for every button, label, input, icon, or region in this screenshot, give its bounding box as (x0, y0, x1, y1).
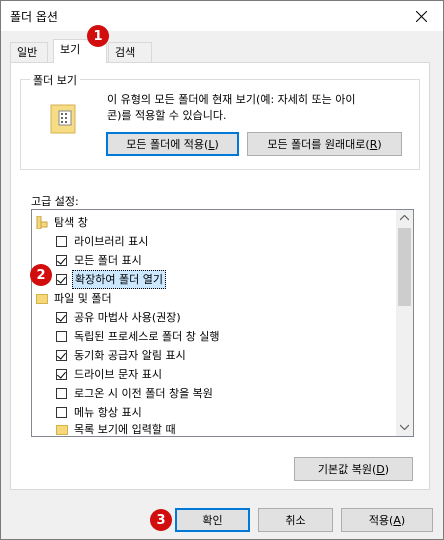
apply-to-folders-label: 모든 폴더에 적용( (126, 138, 209, 151)
close-button[interactable] (399, 1, 443, 31)
scroll-down-icon[interactable] (400, 424, 409, 430)
list-item[interactable]: 동기화 공급자 알림 표시 (32, 346, 392, 365)
reset-folders-suffix: ) (377, 137, 382, 151)
annotation-badge-3: 3 (150, 509, 172, 531)
list-item[interactable]: 라이브러리 표시 (32, 232, 392, 251)
apply-suffix: ) (400, 513, 406, 527)
list-item-label: 드라이브 문자 표시 (74, 368, 162, 381)
list-item-label: 탐색 창 (54, 216, 88, 229)
description-line-2: 콘)를 적용할 수 있습니다. (107, 109, 227, 122)
reset-folders-label: 모든 폴더를 원래대로( (267, 138, 370, 151)
scroll-up-icon[interactable] (400, 215, 409, 221)
checkbox[interactable] (56, 388, 67, 399)
list-item-label: 공유 마법사 사용(권장) (74, 311, 181, 324)
list-item[interactable]: 확장하여 폴더 열기 (32, 270, 392, 289)
navigation-pane-icon (36, 216, 48, 229)
folder-views-title: 폴더 보기 (30, 72, 80, 88)
title-bar: 폴더 옵션 (1, 1, 443, 31)
folder-view-icon (50, 104, 76, 134)
list-item[interactable]: 독립된 프로세스로 폴더 창 실행 (32, 327, 392, 346)
checkbox[interactable] (56, 331, 67, 342)
checkbox[interactable] (56, 236, 67, 247)
advanced-settings-list[interactable]: 탐색 창 라이브러리 표시 모든 폴더 표시 확장하여 폴더 열기 파일 및 폴… (31, 209, 414, 437)
list-item-label: 모든 폴더 표시 (74, 254, 142, 267)
restore-defaults-button[interactable]: 기본값 복원(D) (294, 457, 413, 481)
scrollbar-thumb[interactable] (398, 228, 411, 306)
list-item: 목록 보기에 입력할 때 (32, 420, 392, 436)
checkbox[interactable] (56, 274, 67, 285)
cancel-button[interactable]: 취소 (258, 508, 333, 532)
list-item[interactable]: 모든 폴더 표시 (32, 251, 392, 270)
apply-hotkey: A (393, 513, 401, 527)
list-item: 파일 및 폴더 (32, 289, 392, 308)
restore-defaults-label: 기본값 복원( (317, 463, 377, 476)
checkbox[interactable] (56, 350, 67, 361)
folder-views-description: 이 유형의 모든 폴더에 현재 보기(예: 자세히 또는 아이 콘)를 적용할 … (107, 92, 356, 124)
apply-label: 적용( (368, 514, 394, 527)
list-item-label: 라이브러리 표시 (74, 235, 149, 248)
reset-folders-hotkey: R (369, 137, 378, 151)
ok-button[interactable]: 확인 (175, 508, 250, 532)
folder-icon (36, 294, 48, 304)
list-item-label-selected: 확장하여 폴더 열기 (72, 270, 166, 289)
tab-search[interactable]: 검색 (108, 42, 152, 62)
description-line-1: 이 유형의 모든 폴더에 현재 보기(예: 자세히 또는 아이 (107, 93, 356, 106)
folder-icon (56, 425, 68, 435)
checkbox[interactable] (56, 407, 67, 418)
list-item[interactable]: 공유 마법사 사용(권장) (32, 308, 392, 327)
list-item-label: 독립된 프로세스로 폴더 창 실행 (74, 330, 220, 343)
restore-defaults-hotkey: D (376, 462, 385, 476)
window-title: 폴더 옵션 (10, 10, 58, 24)
checkbox[interactable] (56, 369, 67, 380)
close-icon (415, 10, 427, 22)
advanced-settings-label: 고급 설정: (31, 195, 79, 208)
list-item-label: 로그온 시 이전 폴더 창을 복원 (74, 387, 213, 400)
reset-folders-button[interactable]: 모든 폴더를 원래대로(R) (247, 132, 402, 156)
apply-to-folders-button[interactable]: 모든 폴더에 적용(L) (106, 132, 239, 156)
annotation-badge-1: 1 (87, 25, 109, 47)
list-item: 탐색 창 (32, 213, 392, 232)
checkbox[interactable] (56, 312, 67, 323)
list-item-label: 파일 및 폴더 (54, 292, 112, 305)
annotation-badge-2: 2 (30, 264, 52, 286)
list-item-label: 목록 보기에 입력할 때 (74, 423, 176, 436)
apply-to-folders-suffix: ) (214, 137, 219, 151)
vertical-scrollbar[interactable] (396, 210, 413, 436)
list-item[interactable]: 로그온 시 이전 폴더 창을 복원 (32, 384, 392, 403)
list-item-label: 동기화 공급자 알림 표시 (74, 349, 186, 362)
list-item[interactable]: 드라이브 문자 표시 (32, 365, 392, 384)
apply-button[interactable]: 적용(A) (341, 508, 433, 532)
restore-defaults-suffix: ) (384, 462, 390, 476)
checkbox[interactable] (56, 255, 67, 266)
tab-general[interactable]: 일반 (10, 42, 48, 62)
